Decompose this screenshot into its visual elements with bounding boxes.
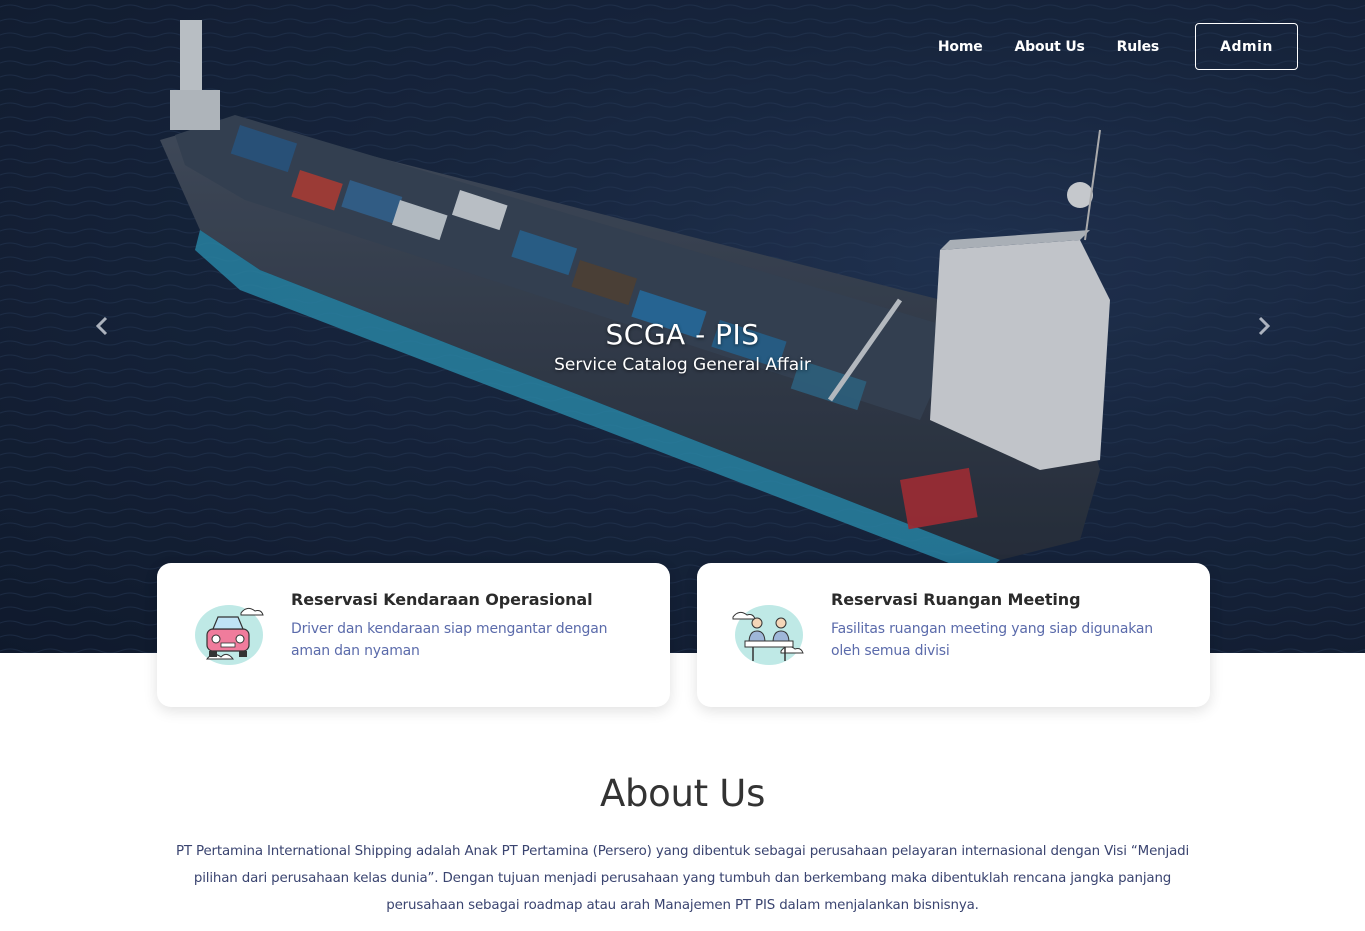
card-description: Fasilitas ruangan meeting yang siap digu… bbox=[831, 621, 1153, 659]
vehicle-reservation-card[interactable]: Reservasi Kendaraan Operasional Driver d… bbox=[157, 563, 670, 707]
hero-carousel: Home About Us Rules Admin SCGA - PIS Ser… bbox=[0, 0, 1365, 653]
card-text: Reservasi Ruangan Meeting Fasilitas ruan… bbox=[831, 590, 1181, 662]
hero-subtitle: Service Catalog General Affair bbox=[554, 355, 811, 375]
hero-title: SCGA - PIS bbox=[605, 318, 760, 351]
card-title: Reservasi Kendaraan Operasional bbox=[291, 590, 593, 609]
admin-button[interactable]: Admin bbox=[1195, 23, 1298, 70]
meeting-icon bbox=[732, 605, 804, 665]
about-section-text: PT Pertamina International Shipping adal… bbox=[175, 844, 1190, 913]
card-text: Reservasi Kendaraan Operasional Driver d… bbox=[291, 590, 641, 662]
top-navigation: Home About Us Rules Admin bbox=[938, 23, 1298, 70]
nav-rules-link[interactable]: Rules bbox=[1117, 39, 1160, 55]
card-title: Reservasi Ruangan Meeting bbox=[831, 590, 1081, 609]
nav-about-link[interactable]: About Us bbox=[1015, 39, 1085, 55]
nav-home-link[interactable]: Home bbox=[938, 39, 983, 55]
card-description: Driver dan kendaraan siap mengantar deng… bbox=[291, 621, 608, 659]
meeting-room-reservation-card[interactable]: Reservasi Ruangan Meeting Fasilitas ruan… bbox=[697, 563, 1210, 707]
car-icon bbox=[195, 605, 264, 665]
carousel-caption: SCGA - PIS Service Catalog General Affai… bbox=[0, 318, 1365, 375]
about-section-title: About Us bbox=[599, 772, 766, 815]
